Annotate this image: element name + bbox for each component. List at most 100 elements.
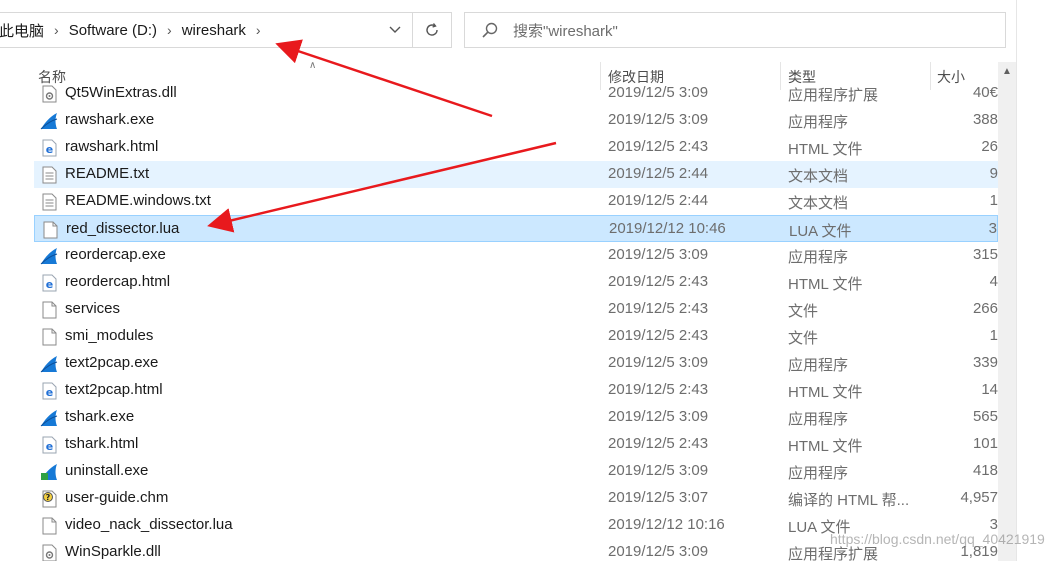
svg-text:e: e (46, 386, 53, 399)
file-type: 应用程序 (788, 411, 849, 428)
svg-text:e: e (46, 278, 53, 291)
file-type: 应用程序 (788, 465, 849, 482)
breadcrumb-chevron-icon[interactable]: › (250, 22, 267, 38)
blank-file-icon (40, 517, 58, 535)
file-date: 2019/12/5 2:43 (608, 435, 709, 452)
vertical-scrollbar[interactable]: ▲ (998, 62, 1016, 561)
file-list: Qt5WinExtras.dll 2019/12/5 3:09 应用程序扩展 40€ r… (0, 81, 998, 561)
file-row[interactable]: smi_modules 2019/12/5 2:43 文件 1 (34, 323, 998, 350)
file-row[interactable]: e tshark.html 2019/12/5 2:43 HTML 文件 101 (34, 431, 998, 458)
file-row[interactable]: red_dissector.lua 2019/12/12 10:46 LUA 文件 3 (34, 215, 998, 242)
file-row[interactable]: README.windows.txt 2019/12/5 2:44 文本文档 1 (34, 188, 998, 215)
blank-file-icon (40, 301, 58, 319)
file-row[interactable]: services 2019/12/5 2:43 文件 266 (34, 296, 998, 323)
file-size: 339 (972, 354, 998, 371)
file-name: rawshark.html (65, 138, 159, 155)
file-type: 编译的 HTML 帮... (788, 492, 910, 509)
file-name: uninstall.exe (65, 462, 149, 479)
search-icon (482, 22, 498, 38)
breadcrumb-chevron-icon[interactable]: › (48, 22, 65, 38)
refresh-icon (426, 23, 438, 36)
text-file-icon (40, 193, 58, 211)
file-type: 文件 (788, 303, 819, 320)
dll-icon (40, 85, 58, 103)
address-toolbar: 此电脑 › Software (D:) › wireshark › 搜索"wir… (0, 0, 1051, 62)
file-name: tshark.exe (65, 408, 135, 425)
file-size: 315 (972, 246, 998, 263)
file-size: 26 (981, 138, 998, 155)
file-name: smi_modules (65, 327, 154, 344)
file-date: 2019/12/5 2:44 (608, 192, 709, 209)
file-date: 2019/12/5 3:09 (608, 84, 709, 101)
file-name: red_dissector.lua (66, 220, 180, 237)
file-date: 2019/12/5 3:09 (608, 354, 709, 371)
search-box[interactable]: 搜索"wireshark" (464, 12, 1006, 48)
file-type: 文件 (788, 330, 819, 347)
file-name: README.txt (65, 165, 150, 182)
breadcrumb-chevron-icon[interactable]: › (161, 22, 178, 38)
file-row[interactable]: README.txt 2019/12/5 2:44 文本文档 9 (34, 161, 998, 188)
file-type: HTML 文件 (788, 141, 863, 158)
file-date: 2019/12/12 10:16 (608, 516, 725, 533)
svg-text:?: ? (46, 493, 51, 502)
wireshark-fin-icon (40, 409, 58, 427)
file-size: 4,957 (960, 489, 998, 506)
scroll-up-icon[interactable]: ▲ (998, 66, 1016, 77)
file-row[interactable]: reordercap.exe 2019/12/5 3:09 应用程序 315 (34, 242, 998, 269)
chevron-down-icon (389, 26, 401, 33)
file-row[interactable]: e reordercap.html 2019/12/5 2:43 HTML 文件 4 (34, 269, 998, 296)
breadcrumb-drive[interactable]: Software (D:) (65, 22, 161, 39)
file-row[interactable]: e rawshark.html 2019/12/5 2:43 HTML 文件 26 (34, 134, 998, 161)
file-date: 2019/12/5 3:09 (608, 408, 709, 425)
file-name: tshark.html (65, 435, 139, 452)
file-date: 2019/12/5 2:43 (608, 327, 709, 344)
file-size: 1 (989, 327, 998, 344)
file-row[interactable]: Qt5WinExtras.dll 2019/12/5 3:09 应用程序扩展 40€ (34, 81, 998, 107)
file-size: 3 (988, 220, 997, 237)
file-name: Qt5WinExtras.dll (65, 84, 177, 101)
file-row[interactable]: tshark.exe 2019/12/5 3:09 应用程序 565 (34, 404, 998, 431)
address-history-dropdown[interactable] (378, 12, 412, 48)
file-name: README.windows.txt (65, 192, 211, 209)
file-name: reordercap.html (65, 273, 171, 290)
file-date: 2019/12/5 2:44 (608, 165, 709, 182)
file-type: 应用程序扩展 (788, 87, 879, 104)
breadcrumb-this-pc[interactable]: 此电脑 (0, 20, 48, 41)
file-row[interactable]: rawshark.exe 2019/12/5 3:09 应用程序 388 (34, 107, 998, 134)
file-size: 565 (972, 408, 998, 425)
file-type: 应用程序 (788, 357, 849, 374)
file-size: 14 (981, 381, 998, 398)
sort-ascending-icon: ∧ (309, 60, 317, 71)
file-type: HTML 文件 (788, 438, 863, 455)
file-type: 文本文档 (788, 168, 849, 185)
file-date: 2019/12/5 3:09 (608, 543, 709, 560)
file-date: 2019/12/5 2:43 (608, 300, 709, 317)
file-row[interactable]: text2pcap.exe 2019/12/5 3:09 应用程序 339 (34, 350, 998, 377)
blank-file-icon (40, 328, 58, 346)
text-file-icon (40, 166, 58, 184)
search-placeholder: 搜索"wireshark" (513, 22, 618, 40)
file-size: 101 (972, 435, 998, 452)
refresh-button[interactable] (412, 12, 452, 48)
file-date: 2019/12/5 3:09 (608, 111, 709, 128)
wireshark-fin-icon (40, 355, 58, 373)
file-date: 2019/12/5 3:07 (608, 489, 709, 506)
file-row[interactable]: e text2pcap.html 2019/12/5 2:43 HTML 文件 14 (34, 377, 998, 404)
file-name: text2pcap.exe (65, 354, 159, 371)
address-bar[interactable]: 此电脑 › Software (D:) › wireshark › (0, 12, 412, 48)
file-size: 9 (989, 165, 998, 182)
wireshark-fin-icon (40, 112, 58, 130)
breadcrumb-wireshark[interactable]: wireshark (178, 22, 250, 39)
file-row[interactable]: ? user-guide.chm 2019/12/5 3:07 编译的 HTML 帮.… (34, 485, 998, 512)
file-size: 418 (972, 462, 998, 479)
file-row[interactable]: uninstall.exe 2019/12/5 3:09 应用程序 418 (34, 458, 998, 485)
edge-html-icon: e (40, 139, 58, 157)
file-type: 应用程序 (788, 114, 849, 131)
file-name: reordercap.exe (65, 246, 166, 263)
right-edge-pane (1016, 0, 1051, 561)
file-type: 文本文档 (788, 195, 849, 212)
file-name: text2pcap.html (65, 381, 163, 398)
dll-icon (40, 544, 58, 561)
file-name: WinSparkle.dll (65, 543, 161, 560)
file-date: 2019/12/5 2:43 (608, 273, 709, 290)
